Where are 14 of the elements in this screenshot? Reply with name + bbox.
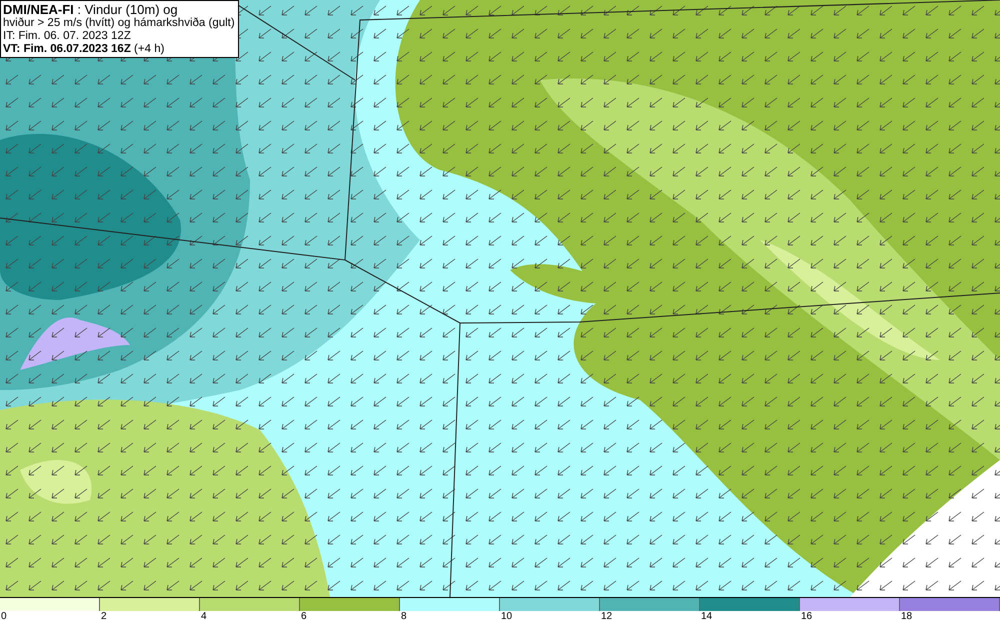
header-text: hviður > 25 m/s (hvítt) og hámarkshviða (gult) bbox=[3, 17, 235, 30]
legend-label: 0 bbox=[1, 611, 7, 622]
legend-label: 10 bbox=[501, 611, 512, 622]
legend-label: 14 bbox=[701, 611, 712, 622]
legend-label: 12 bbox=[601, 611, 612, 622]
header-text: DMI/NEA-FI : Vindur (10m) og bbox=[3, 2, 179, 17]
legend-label: 8 bbox=[401, 611, 407, 622]
legend-label: 6 bbox=[301, 611, 307, 622]
legend-label: 16 bbox=[801, 611, 812, 622]
header-text: VT: Fim. 06.07.2023 16Z (+4 h) bbox=[3, 43, 166, 56]
legend-label: 18 bbox=[901, 611, 912, 622]
legend-label: 4 bbox=[201, 611, 207, 622]
legend-label: 2 bbox=[101, 611, 107, 622]
header-text: IT: Fim. 06. 07. 2023 12Z bbox=[3, 30, 132, 43]
